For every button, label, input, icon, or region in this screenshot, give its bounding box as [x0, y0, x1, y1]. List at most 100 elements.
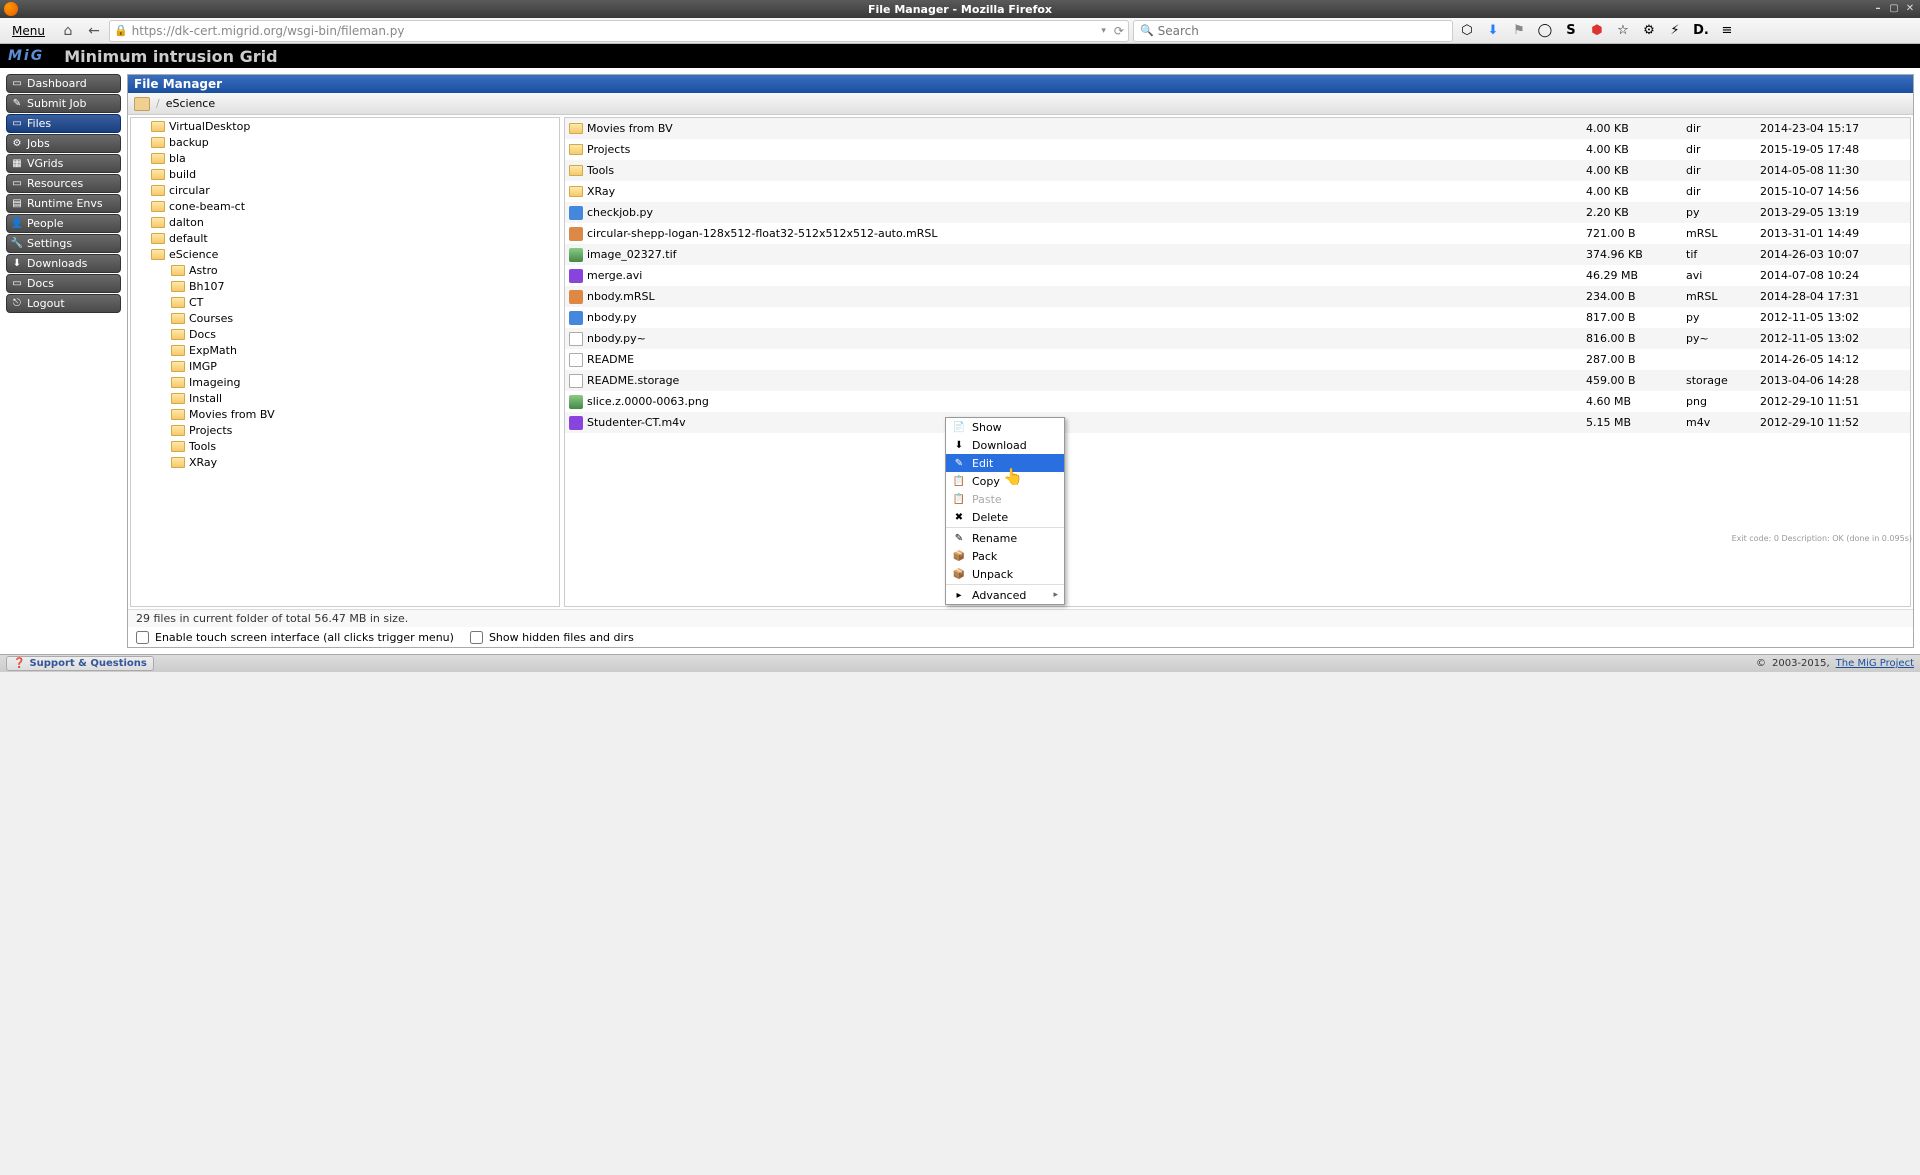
ctx-label: Edit [972, 457, 993, 470]
nav-icon: ▭ [11, 78, 23, 90]
nav-item-resources[interactable]: ▭Resources [6, 174, 121, 193]
file-row[interactable]: Projects4.00 KBdir2015-19-05 17:48 [565, 139, 1910, 160]
close-button[interactable]: ✕ [1904, 2, 1916, 14]
tree-item[interactable]: IMGP [131, 358, 559, 374]
tree-item[interactable]: build [131, 166, 559, 182]
file-row[interactable]: slice.z.0000-0063.png4.60 MBpng2012-29-1… [565, 391, 1910, 412]
nav-label: People [27, 217, 64, 230]
nav-item-dashboard[interactable]: ▭Dashboard [6, 74, 121, 93]
tree-item[interactable]: Astro [131, 262, 559, 278]
minimize-button[interactable]: – [1872, 2, 1884, 14]
tree-item[interactable]: circular [131, 182, 559, 198]
file-row[interactable]: checkjob.py2.20 KBpy2013-29-05 13:19 [565, 202, 1910, 223]
chevron-down-icon[interactable]: ▾ [1097, 26, 1110, 36]
menu-button[interactable]: Menu [4, 22, 53, 40]
addon3-icon[interactable]: S [1561, 21, 1581, 41]
breadcrumb-current[interactable]: eScience [166, 97, 215, 110]
touch-checkbox[interactable] [136, 631, 149, 644]
tree-item[interactable]: Bh107 [131, 278, 559, 294]
context-item-delete[interactable]: ✖Delete [946, 508, 1064, 526]
url-bar[interactable]: 🔒 ▾ ⟳ [109, 20, 1129, 42]
context-item-download[interactable]: ⬇Download [946, 436, 1064, 454]
file-row[interactable]: Movies from BV4.00 KBdir2014-23-04 15:17 [565, 118, 1910, 139]
window-title: File Manager - Mozilla Firefox [868, 3, 1052, 16]
support-button[interactable]: ❓ Support & Questions [6, 656, 154, 671]
tree-item[interactable]: VirtualDesktop [131, 118, 559, 134]
folder-tree[interactable]: VirtualDesktopbackupblabuildcircularcone… [130, 117, 560, 607]
file-row[interactable]: image_02327.tif374.96 KBtif2014-26-03 10… [565, 244, 1910, 265]
hidden-checkbox[interactable] [470, 631, 483, 644]
reload-icon[interactable]: ⟳ [1114, 24, 1124, 38]
search-bar[interactable]: 🔍 [1133, 20, 1453, 42]
maximize-button[interactable]: ▢ [1888, 2, 1900, 14]
tree-item[interactable]: CT [131, 294, 559, 310]
tree-item[interactable]: backup [131, 134, 559, 150]
tree-item[interactable]: Imageing [131, 374, 559, 390]
file-icon [569, 332, 583, 346]
home-icon[interactable]: ⌂ [57, 20, 79, 42]
addon1-icon[interactable]: ⚑ [1509, 21, 1529, 41]
tree-item[interactable]: Courses [131, 310, 559, 326]
file-list[interactable]: Movies from BV4.00 KBdir2014-23-04 15:17… [564, 117, 1911, 607]
nav-item-runtime-envs[interactable]: ▤Runtime Envs [6, 194, 121, 213]
ctx-label: Copy [972, 475, 1000, 488]
tree-item[interactable]: eScience [131, 246, 559, 262]
tree-item[interactable]: bla [131, 150, 559, 166]
nav-item-downloads[interactable]: ⬇Downloads [6, 254, 121, 273]
file-row[interactable]: nbody.py817.00 Bpy2012-11-05 13:02 [565, 307, 1910, 328]
file-row[interactable]: XRay4.00 KBdir2015-10-07 14:56 [565, 181, 1910, 202]
nav-item-files[interactable]: ▭Files [6, 114, 121, 133]
hamburger-icon[interactable]: ≡ [1717, 21, 1737, 41]
addon4-icon[interactable]: ⚡ [1665, 21, 1685, 41]
gear-icon[interactable]: ⚙ [1639, 21, 1659, 41]
tree-item[interactable]: Movies from BV [131, 406, 559, 422]
context-item-edit[interactable]: ✎Edit [946, 454, 1064, 472]
nav-icon: ▭ [11, 278, 23, 290]
tree-item[interactable]: XRay [131, 454, 559, 470]
home-folder-icon[interactable] [134, 97, 150, 111]
context-item-copy[interactable]: 📋Copy [946, 472, 1064, 490]
file-row[interactable]: circular-shepp-logan-128x512-float32-512… [565, 223, 1910, 244]
adblock-icon[interactable]: ⬢ [1587, 21, 1607, 41]
file-row[interactable]: README.storage459.00 Bstorage2013-04-06 … [565, 370, 1910, 391]
file-date: 2015-19-05 17:48 [1760, 143, 1910, 156]
file-row[interactable]: Studenter-CT.m4v5.15 MBm4v2012-29-10 11:… [565, 412, 1910, 433]
nav-item-vgrids[interactable]: ▦VGrids [6, 154, 121, 173]
mig-project-link[interactable]: The MiG Project [1836, 658, 1914, 669]
nav-item-logout[interactable]: ⎋Logout [6, 294, 121, 313]
nav-item-docs[interactable]: ▭Docs [6, 274, 121, 293]
context-item-advanced[interactable]: ▸Advanced▸ [946, 586, 1064, 604]
tree-item[interactable]: ExpMath [131, 342, 559, 358]
file-row[interactable]: README287.00 B2014-26-05 14:12 [565, 349, 1910, 370]
tree-item[interactable]: Projects [131, 422, 559, 438]
nav-item-submit-job[interactable]: ✎Submit Job [6, 94, 121, 113]
nav-item-people[interactable]: 👤People [6, 214, 121, 233]
star-icon[interactable]: ☆ [1613, 21, 1633, 41]
pocket-icon[interactable]: ⬡ [1457, 21, 1477, 41]
tree-item[interactable]: cone-beam-ct [131, 198, 559, 214]
addon2-icon[interactable]: ◯ [1535, 21, 1555, 41]
context-item-show[interactable]: 📄Show [946, 418, 1064, 436]
debug-icon[interactable]: D. [1691, 21, 1711, 41]
context-item-unpack[interactable]: 📦Unpack [946, 565, 1064, 583]
file-row[interactable]: Tools4.00 KBdir2014-05-08 11:30 [565, 160, 1910, 181]
file-row[interactable]: merge.avi46.29 MBavi2014-07-08 10:24 [565, 265, 1910, 286]
tree-item[interactable]: Docs [131, 326, 559, 342]
file-date: 2012-29-10 11:51 [1760, 395, 1910, 408]
nav-label: Runtime Envs [27, 197, 103, 210]
url-input[interactable] [132, 24, 1094, 38]
back-icon[interactable]: ← [83, 20, 105, 42]
context-item-rename[interactable]: ✎Rename [946, 529, 1064, 547]
file-row[interactable]: nbody.py~816.00 Bpy~2012-11-05 13:02 [565, 328, 1910, 349]
file-icon [569, 416, 583, 430]
tree-item[interactable]: Install [131, 390, 559, 406]
tree-item[interactable]: Tools [131, 438, 559, 454]
nav-item-jobs[interactable]: ⚙Jobs [6, 134, 121, 153]
nav-item-settings[interactable]: 🔧Settings [6, 234, 121, 253]
file-row[interactable]: nbody.mRSL234.00 BmRSL2014-28-04 17:31 [565, 286, 1910, 307]
context-item-pack[interactable]: 📦Pack [946, 547, 1064, 565]
search-input[interactable] [1158, 24, 1446, 38]
tree-item[interactable]: default [131, 230, 559, 246]
tree-item[interactable]: dalton [131, 214, 559, 230]
downloads-icon[interactable]: ⬇ [1483, 21, 1503, 41]
